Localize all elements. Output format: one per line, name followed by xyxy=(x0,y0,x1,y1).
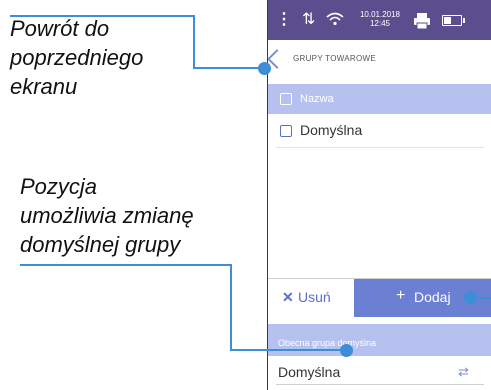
default-group-label: Obecna grupa domyślna xyxy=(278,338,377,348)
table-row[interactable]: Domyślna xyxy=(268,114,491,146)
status-datetime: 10.01.2018 12:45 xyxy=(357,10,403,28)
close-icon: ✕ xyxy=(282,289,294,305)
default-callout-line xyxy=(230,264,232,351)
default-callout-line xyxy=(230,349,342,351)
add-callout-marker xyxy=(464,291,477,304)
wifi-icon xyxy=(326,12,344,30)
status-bar: ⋮ ⇅ 10.01.2018 12:45 xyxy=(268,0,491,40)
annotation-line: domyślnej grupy xyxy=(20,232,181,257)
phone-screen: ⋮ ⇅ 10.01.2018 12:45 GRUPY TOWAROWE Nazw… xyxy=(267,0,491,390)
table-column-header: Nazwa xyxy=(268,84,491,114)
status-time: 12:45 xyxy=(369,19,391,28)
add-button-label: Dodaj xyxy=(414,289,451,305)
back-callout-line xyxy=(10,15,194,17)
plus-icon: + xyxy=(396,287,406,304)
row-name: Domyślna xyxy=(300,122,363,138)
back-callout-line xyxy=(193,67,265,69)
delete-button[interactable]: ✕ Usuń xyxy=(268,279,354,317)
annotation-line: poprzedniego xyxy=(10,45,144,70)
select-all-checkbox[interactable] xyxy=(280,93,292,105)
battery-icon xyxy=(442,15,465,26)
annotation-line: Pozycja xyxy=(20,174,98,199)
default-group-underline xyxy=(276,384,484,385)
screen-title: GRUPY TOWAROWE xyxy=(293,54,377,63)
delete-button-label: Usuń xyxy=(298,289,331,305)
add-callout-line xyxy=(476,297,491,299)
row-divider xyxy=(276,147,484,148)
annotation-line: umożliwia zmianę xyxy=(20,203,194,228)
printer-icon xyxy=(413,12,431,34)
row-checkbox[interactable] xyxy=(280,125,292,137)
back-annotation: Powrót do poprzedniego ekranu xyxy=(10,14,143,101)
screen-header: GRUPY TOWAROWE xyxy=(268,40,491,80)
default-group-selector[interactable]: Domyślna ⇄ xyxy=(268,356,491,386)
default-group-annotation: Pozycja umożliwia zmianę domyślnej grupy xyxy=(20,172,194,259)
swap-icon: ⇄ xyxy=(458,364,469,379)
default-callout-line xyxy=(20,264,231,266)
default-group-value: Domyślna xyxy=(278,364,341,380)
menu-icon[interactable]: ⋮ xyxy=(276,12,292,28)
back-callout-line xyxy=(193,15,195,68)
default-group-label-bar: Obecna grupa domyślna xyxy=(268,324,491,356)
status-date: 10.01.2018 xyxy=(359,10,401,19)
annotation-line: Powrót do xyxy=(10,16,110,41)
column-name-label: Nazwa xyxy=(300,93,334,105)
default-callout-marker xyxy=(340,344,353,357)
sort-icon: ⇅ xyxy=(302,11,316,28)
back-callout-marker xyxy=(258,62,271,75)
annotation-line: ekranu xyxy=(10,74,78,99)
